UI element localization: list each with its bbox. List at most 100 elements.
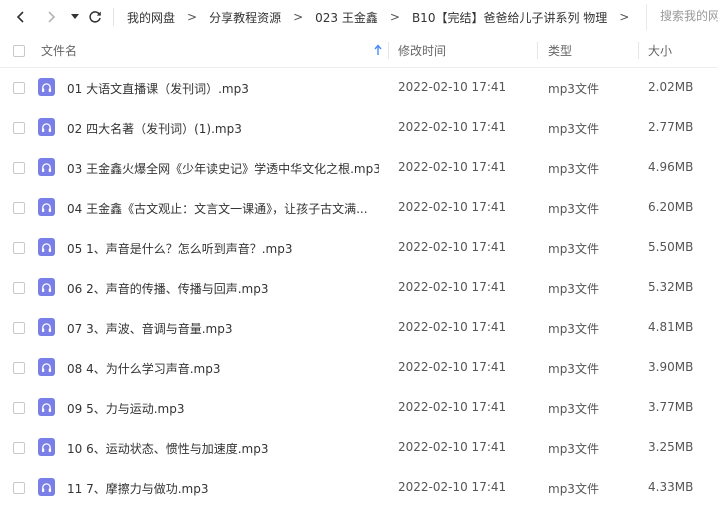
audio-file-icon <box>38 398 55 416</box>
file-name[interactable]: 03 王金鑫火爆全网《少年读史记》学透中华文化之根.mp3 <box>67 160 379 177</box>
headphones-icon <box>41 402 52 412</box>
file-row[interactable]: 10 6、运动状态、惯性与加速度.mp3 2022-02-10 17:41 mp3文… <box>0 428 718 468</box>
file-type: mp3文件 <box>548 402 599 416</box>
file-name[interactable]: 04 王金鑫《古文观止：文言文一课通》，让孩子古文满... <box>67 200 368 217</box>
file-type: mp3文件 <box>548 202 599 216</box>
file-modified-time: 2022-02-10 17:41 <box>398 120 507 134</box>
toolbar: 我的网盘 > 分享教程资源 > 023 王金鑫 > B10【完结】爸爸给儿子讲系… <box>0 0 718 34</box>
audio-file-icon <box>38 318 55 336</box>
file-name[interactable]: 09 5、力与运动.mp3 <box>67 400 184 417</box>
file-size: 4.96MB <box>648 160 694 174</box>
chevron-right-icon <box>48 11 56 23</box>
column-divider <box>388 42 389 59</box>
caret-down-icon <box>71 14 79 19</box>
file-size: 3.25MB <box>648 440 694 454</box>
file-name[interactable]: 11 7、摩擦力与做功.mp3 <box>67 480 208 497</box>
column-header-modified[interactable]: 修改时间 <box>398 34 446 67</box>
refresh-button[interactable] <box>85 7 105 27</box>
file-row[interactable]: 09 5、力与运动.mp3 2022-02-10 17:41 mp3文件 3.77MB <box>0 388 718 428</box>
headphones-icon <box>41 82 52 92</box>
file-type: mp3文件 <box>548 362 599 376</box>
crumb-separator: > <box>293 10 304 24</box>
file-row[interactable]: 06 2、声音的传播、传播与回声.mp3 2022-02-10 17:41 mp3文… <box>0 268 718 308</box>
audio-file-icon <box>38 238 55 256</box>
file-type: mp3文件 <box>548 242 599 256</box>
audio-file-icon <box>38 438 55 456</box>
file-size: 5.50MB <box>648 240 694 254</box>
file-name[interactable]: 07 3、声波、音调与音量.mp3 <box>67 320 232 337</box>
file-modified-time: 2022-02-10 17:41 <box>398 360 507 374</box>
audio-file-icon <box>38 158 55 176</box>
audio-file-icon <box>38 358 55 376</box>
column-divider <box>638 42 639 59</box>
file-size: 4.33MB <box>648 480 694 494</box>
chevron-left-icon <box>16 11 24 23</box>
headphones-icon <box>41 122 52 132</box>
file-name[interactable]: 05 1、声音是什么？怎么听到声音？.mp3 <box>67 240 292 257</box>
file-size: 5.32MB <box>648 280 694 294</box>
select-all-checkbox-wrap[interactable] <box>13 34 25 67</box>
crumb-current-folder[interactable]: B10【完结】爸爸给儿子讲系列 物理 <box>412 9 607 26</box>
crumb-my-drive[interactable]: 我的网盘 <box>127 9 175 26</box>
audio-file-icon <box>38 278 55 296</box>
file-row[interactable]: 04 王金鑫《古文观止：文言文一课通》，让孩子古文满... 2022-02-10 … <box>0 188 718 228</box>
file-modified-time: 2022-02-10 17:41 <box>398 160 507 174</box>
file-name[interactable]: 08 4、为什么学习声音.mp3 <box>67 360 220 377</box>
file-row[interactable]: 01 大语文直播课（发刊词）.mp3 2022-02-10 17:41 mp3文件 2… <box>0 68 718 108</box>
history-dropdown-button[interactable] <box>65 7 85 27</box>
column-header-type[interactable]: 类型 <box>548 34 572 67</box>
crumb-separator: > <box>389 10 400 24</box>
row-checkbox[interactable] <box>13 482 25 494</box>
file-size: 3.90MB <box>648 360 694 374</box>
file-modified-time: 2022-02-10 17:41 <box>398 280 507 294</box>
file-size: 3.77MB <box>648 400 694 414</box>
row-checkbox[interactable] <box>13 322 25 334</box>
file-size: 6.20MB <box>648 200 694 214</box>
row-checkbox[interactable] <box>13 402 25 414</box>
headphones-icon <box>41 162 52 172</box>
file-name[interactable]: 06 2、声音的传播、传播与回声.mp3 <box>67 280 268 297</box>
column-divider <box>537 42 538 59</box>
row-checkbox[interactable] <box>13 82 25 94</box>
row-checkbox[interactable] <box>13 362 25 374</box>
file-row[interactable]: 02 四大名著（发刊词）(1).mp3 2022-02-10 17:41 mp3文件… <box>0 108 718 148</box>
file-modified-time: 2022-02-10 17:41 <box>398 480 507 494</box>
headphones-icon <box>41 442 52 452</box>
sort-ascending-icon[interactable] <box>374 44 382 56</box>
file-name[interactable]: 10 6、运动状态、惯性与加速度.mp3 <box>67 440 268 457</box>
row-checkbox[interactable] <box>13 202 25 214</box>
file-type: mp3文件 <box>548 82 599 96</box>
crumb-author-folder[interactable]: 023 王金鑫 <box>315 9 378 26</box>
headphones-icon <box>41 482 52 492</box>
breadcrumb: 我的网盘 > 分享教程资源 > 023 王金鑫 > B10【完结】爸爸给儿子讲系… <box>127 0 641 34</box>
file-modified-time: 2022-02-10 17:41 <box>398 440 507 454</box>
file-type: mp3文件 <box>548 442 599 456</box>
back-button[interactable] <box>11 7 31 27</box>
crumb-separator: > <box>187 10 198 24</box>
file-modified-time: 2022-02-10 17:41 <box>398 80 507 94</box>
row-checkbox[interactable] <box>13 442 25 454</box>
file-row[interactable]: 03 王金鑫火爆全网《少年读史记》学透中华文化之根.mp3 2022-02-10 … <box>0 148 718 188</box>
audio-file-icon <box>38 78 55 96</box>
select-all-checkbox[interactable] <box>13 44 25 57</box>
file-type: mp3文件 <box>548 122 599 136</box>
file-row[interactable]: 07 3、声波、音调与音量.mp3 2022-02-10 17:41 mp3文件 4.… <box>0 308 718 348</box>
file-name[interactable]: 01 大语文直播课（发刊词）.mp3 <box>67 80 249 97</box>
forward-button[interactable] <box>41 7 61 27</box>
column-header-size[interactable]: 大小 <box>648 34 672 67</box>
file-row[interactable]: 08 4、为什么学习声音.mp3 2022-02-10 17:41 mp3文件 3.9… <box>0 348 718 388</box>
row-checkbox[interactable] <box>13 242 25 254</box>
file-modified-time: 2022-02-10 17:41 <box>398 200 507 214</box>
headphones-icon <box>41 362 52 372</box>
file-type: mp3文件 <box>548 162 599 176</box>
file-row[interactable]: 05 1、声音是什么？怎么听到声音？.mp3 2022-02-10 17:41 mp… <box>0 228 718 268</box>
audio-file-icon <box>38 198 55 216</box>
row-checkbox[interactable] <box>13 282 25 294</box>
file-name[interactable]: 02 四大名著（发刊词）(1).mp3 <box>67 120 242 137</box>
file-row[interactable]: 11 7、摩擦力与做功.mp3 2022-02-10 17:41 mp3文件 4.33… <box>0 468 718 508</box>
search-input[interactable] <box>648 5 718 27</box>
row-checkbox[interactable] <box>13 162 25 174</box>
row-checkbox[interactable] <box>13 122 25 134</box>
column-header-name[interactable]: 文件名 <box>41 34 77 67</box>
crumb-shared-resources[interactable]: 分享教程资源 <box>209 9 281 26</box>
